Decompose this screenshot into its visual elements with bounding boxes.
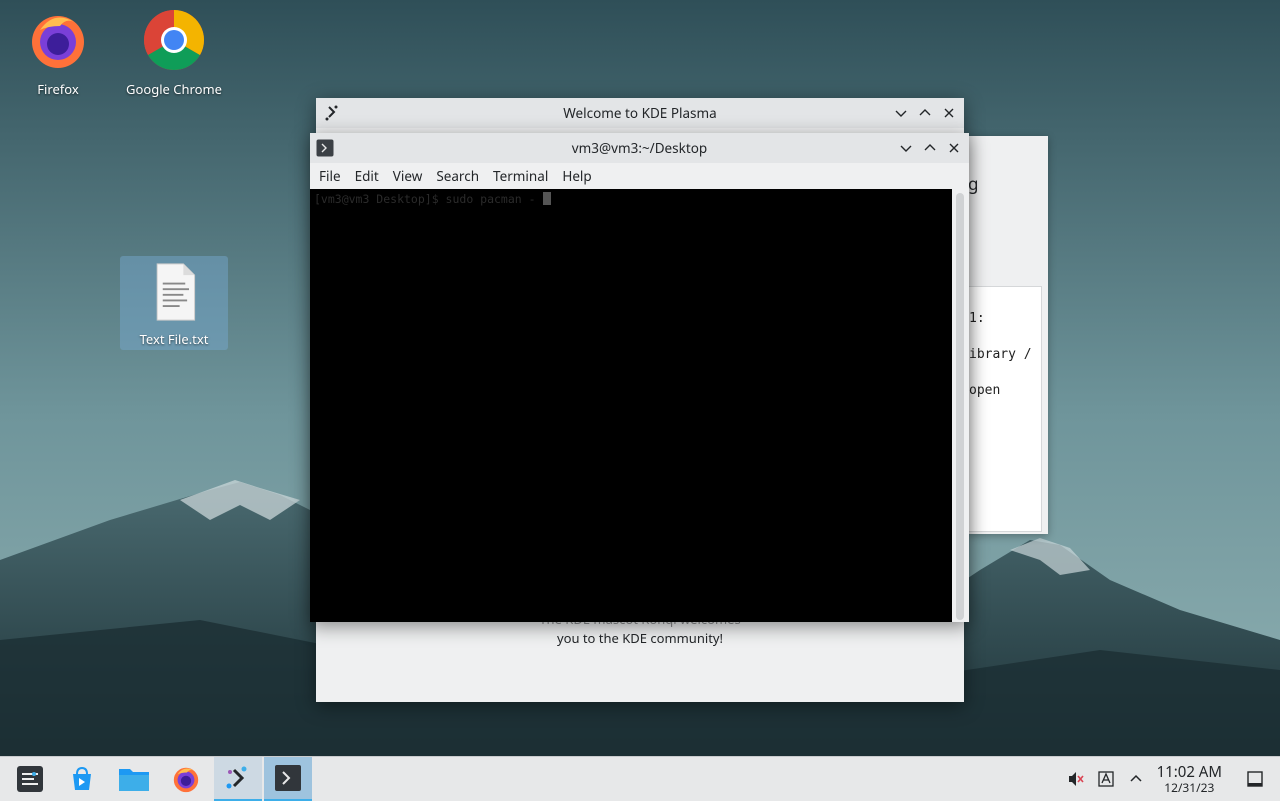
window-title: Welcome to KDE Plasma [563,104,717,122]
minimize-button[interactable] [892,104,910,122]
discover-icon [73,766,91,790]
terminal-icon [275,765,301,791]
firefox-icon [32,16,84,68]
chevron-down-icon [900,145,912,152]
close-button[interactable] [945,139,963,157]
desktop-icon-firefox[interactable]: Firefox [4,8,112,98]
desktop-icon-google-chrome[interactable]: Google Chrome [120,8,228,98]
launcher-icon [17,766,43,792]
terminal-menubar: File Edit View Search Terminal Help [310,163,969,189]
taskbar-konsole[interactable] [264,757,312,801]
welcome-window-side-panel: g 1: ibrary / open [968,136,1048,534]
window-title: vm3@vm3:~/Desktop [571,139,708,157]
chevron-up-icon [919,109,931,116]
taskbar-welcome[interactable] [214,757,262,801]
maximize-button[interactable] [921,139,939,157]
taskbar: 11:02 AM 12/31/23 [0,756,1280,801]
digital-clock[interactable]: 11:02 AM 12/31/23 [1156,761,1222,796]
keyboard-layout-button[interactable] [1091,764,1121,794]
system-tray: 11:02 AM 12/31/23 [1061,757,1280,801]
welcome-footer-line-2: you to the KDE community! [556,629,724,647]
terminal-titlebar[interactable]: vm3@vm3:~/Desktop [310,133,969,163]
desktop-icon-text-file[interactable]: Text File.txt [120,256,228,350]
folder-icon [119,769,149,791]
volume-button[interactable] [1061,764,1091,794]
chrome-icon [143,9,205,71]
card-line: 1: [969,311,985,326]
chevron-down-icon [895,110,907,117]
terminal-scrollbar[interactable] [956,193,964,620]
menu-help[interactable]: Help [556,167,597,185]
minimize-button[interactable] [897,139,915,157]
card-line: ibrary / [969,347,1032,362]
welcome-titlebar[interactable]: Welcome to KDE Plasma [316,98,964,128]
tray-expand-button[interactable] [1121,764,1151,794]
taskbar-firefox[interactable] [162,757,210,801]
kde-welcome-icon [226,766,247,789]
welcome-heading-fragment: g [968,172,979,195]
clock-time: 11:02 AM [1156,761,1222,782]
terminal-prompt-line: [vm3@vm3 Desktop]$ sudo pacman - [314,192,536,206]
clock-date: 12/31/23 [1164,778,1215,796]
terminal-output[interactable]: [vm3@vm3 Desktop]$ sudo pacman - [310,189,952,622]
menu-search[interactable]: Search [430,167,485,185]
chevron-up-icon [924,144,936,151]
taskbar-dolphin[interactable] [110,757,158,801]
welcome-card: 1: ibrary / open [968,286,1042,532]
text-file-icon [156,263,196,321]
desktop-icon-label: Google Chrome [126,80,222,98]
keyboard-layout-icon [1097,771,1114,787]
kde-welcome-icon [325,105,338,121]
terminal-cursor [542,192,551,205]
menu-view[interactable]: View [387,167,429,185]
menu-edit[interactable]: Edit [349,167,385,185]
show-desktop-icon [1247,771,1263,787]
chevron-up-icon [1130,774,1142,782]
application-launcher-button[interactable] [6,757,54,801]
taskbar-discover[interactable] [58,757,106,801]
firefox-icon [173,767,199,793]
menu-file[interactable]: File [313,167,347,185]
desktop-icon-label: Firefox [37,80,79,98]
close-icon [944,108,954,118]
terminal-icon [316,139,334,157]
close-icon [949,143,959,153]
terminal-window[interactable]: vm3@vm3:~/Desktop File Edit View Search … [310,133,969,622]
maximize-button[interactable] [916,104,934,122]
menu-terminal[interactable]: Terminal [487,167,554,185]
close-button[interactable] [940,104,958,122]
muted-volume-icon [1068,772,1084,786]
show-desktop-button[interactable] [1240,764,1270,794]
desktop-icon-label: Text File.txt [139,330,209,348]
card-line: open [969,383,1001,398]
